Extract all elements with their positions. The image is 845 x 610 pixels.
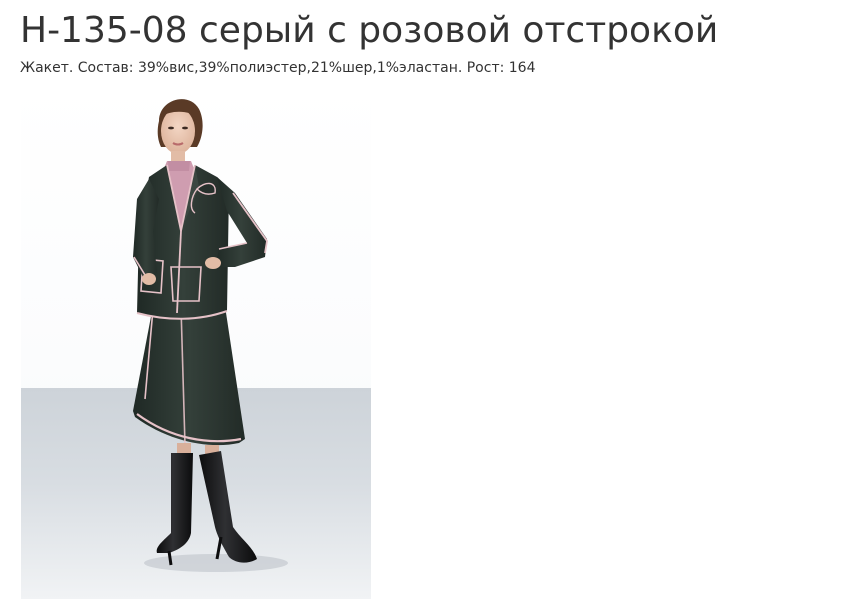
product-description: Жакет. Состав: 39%вис,39%полиэстер,21%ше… (20, 60, 536, 76)
product-photo[interactable] (21, 81, 371, 599)
model-photo-illustration (21, 81, 371, 599)
product-title: Н-135-08 серый с розовой отстрокой (20, 10, 719, 51)
